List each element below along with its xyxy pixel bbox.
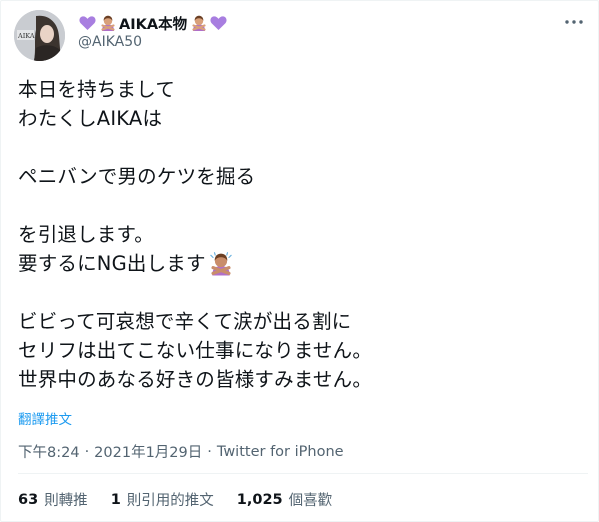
tweet-line: ビビって可哀想で辛くて涙が出る割に (18, 310, 352, 333)
display-name: AIKA本物 (119, 16, 188, 33)
tweet-line: わたくしAIKAは (18, 107, 163, 130)
avatar-label: AIKA (17, 32, 35, 40)
quotes-stat[interactable]: 1 則引用的推文 (111, 489, 214, 510)
ellipsis-icon[interactable] (561, 11, 587, 33)
avatar[interactable]: AIKA (14, 10, 65, 61)
quotes-count: 1 (110, 491, 121, 508)
tweet-line: 本日を持ちまして (18, 78, 176, 101)
likes-label: 個喜歡 (288, 493, 333, 509)
person-gesturing-no-icon (98, 14, 117, 33)
tweet-card: AIKA AIKA本物 @AIKA50 本日を持ちまして わたくしAIKAは ペ… (0, 0, 599, 522)
tweet-date[interactable]: 2021年1月29日 (94, 441, 202, 462)
tweet-source[interactable]: Twitter for iPhone (217, 444, 344, 460)
likes-count: 1,025 (236, 491, 283, 508)
purple-heart-icon (209, 14, 228, 33)
tweet-line: を引退します。 (18, 223, 154, 246)
tweet-line-text: 要するにNG出します (18, 252, 206, 275)
author-handle[interactable]: @AIKA50 (78, 34, 142, 50)
meta-separator: · (84, 443, 90, 460)
tweet-time[interactable]: 下午8:24 (18, 441, 80, 462)
quotes-label: 則引用的推文 (126, 493, 214, 509)
tweet-meta: 下午8:24 · 2021年1月29日 · Twitter for iPhone (18, 441, 344, 462)
tweet-stats: 63 則轉推 1 則引用的推文 1,025 個喜歡 (18, 489, 355, 510)
tweet-line: セリフは出てこない仕事になりません。 (18, 339, 373, 362)
purple-heart-icon (78, 14, 97, 33)
tweet-text: 本日を持ちまして わたくしAIKAは ペニバンで男のケツを掘る を引退します。 … (18, 75, 588, 394)
avatar-image: AIKA (14, 10, 65, 61)
likes-stat[interactable]: 1,025 個喜歡 (237, 489, 332, 510)
meta-separator: · (207, 443, 212, 460)
translate-tweet-link[interactable]: 翻譯推文 (18, 408, 72, 428)
tweet-line-with-emoji: 要するにNG出します (18, 249, 588, 278)
tweet-line: ペニバンで男のケツを掘る (18, 165, 256, 188)
person-gesturing-no-icon (189, 14, 208, 33)
retweets-label: 則轉推 (44, 493, 88, 509)
retweets-stat[interactable]: 63 則轉推 (18, 489, 88, 510)
retweets-count: 63 (18, 491, 39, 508)
tweet-line: 世界中のあなる好きの皆様すみません。 (18, 368, 373, 391)
divider (18, 473, 588, 474)
person-gesturing-no-icon (208, 251, 234, 277)
author-name[interactable]: AIKA本物 (78, 13, 229, 33)
